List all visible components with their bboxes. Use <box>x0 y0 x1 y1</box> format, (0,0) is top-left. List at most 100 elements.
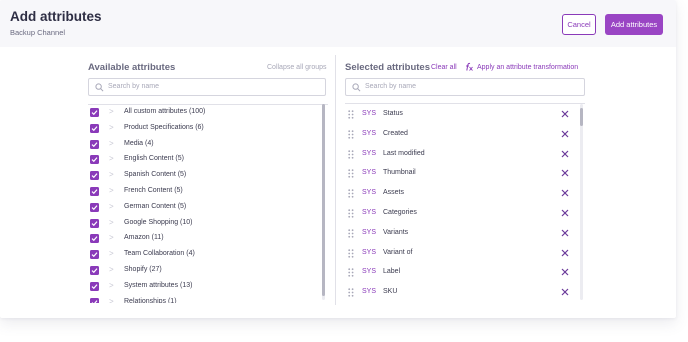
apply-transformation-label: Apply an attribute transformation <box>477 64 579 71</box>
remove-icon[interactable] <box>561 268 569 276</box>
system-tag: SYS <box>362 189 377 197</box>
group-checkbox[interactable] <box>90 250 99 260</box>
drag-handle-icon[interactable] <box>348 169 354 179</box>
list-item[interactable]: SYS Status <box>345 104 575 124</box>
group-label: Shopify (27) <box>124 266 162 273</box>
group-checkbox[interactable] <box>90 218 99 228</box>
chevron-right-icon[interactable]: > <box>109 297 114 303</box>
list-item[interactable]: > Spanish Content (5) <box>88 168 320 184</box>
list-item[interactable]: SYS SKU <box>345 282 575 302</box>
system-tag: SYS <box>362 228 377 236</box>
chevron-right-icon[interactable]: > <box>109 233 114 242</box>
group-checkbox[interactable] <box>90 171 99 181</box>
drag-handle-icon[interactable] <box>348 130 354 139</box>
attribute-label: Variants <box>383 228 409 236</box>
list-item[interactable]: SYS Last modified <box>345 144 575 164</box>
group-checkbox[interactable] <box>90 108 99 117</box>
clear-all-link[interactable]: Clear all <box>431 64 457 71</box>
selected-scrollbar-thumb[interactable] <box>580 108 583 126</box>
remove-icon[interactable] <box>561 169 569 177</box>
chevron-right-icon[interactable]: > <box>109 170 114 179</box>
chevron-right-icon[interactable]: > <box>109 281 114 290</box>
list-item[interactable]: > Team Collaboration (4) <box>88 247 320 263</box>
list-item[interactable]: > German Content (5) <box>88 200 320 216</box>
system-tag: SYS <box>362 110 377 117</box>
available-scrollbar-thumb[interactable] <box>322 104 325 296</box>
remove-icon[interactable] <box>561 229 569 237</box>
attribute-label: SKU <box>383 288 398 296</box>
chevron-right-icon[interactable]: > <box>109 202 114 211</box>
group-label: Media (4) <box>124 139 154 147</box>
group-checkbox[interactable] <box>90 297 99 303</box>
list-item[interactable]: SYS Label <box>345 262 575 282</box>
remove-icon[interactable] <box>561 150 569 158</box>
remove-icon[interactable] <box>561 288 569 296</box>
group-label: German Content (5) <box>124 202 187 210</box>
group-label: System attributes (13) <box>124 281 193 289</box>
chevron-right-icon[interactable]: > <box>109 123 114 132</box>
list-item[interactable]: > All custom attributes (100) <box>88 105 320 121</box>
remove-icon[interactable] <box>561 189 569 197</box>
selected-attributes-list: SYS Status SYS Created SYS Last modified SYS Th… <box>345 103 585 303</box>
chevron-right-icon[interactable]: > <box>109 249 114 258</box>
chevron-right-icon[interactable]: > <box>109 186 114 195</box>
group-checkbox[interactable] <box>90 202 99 212</box>
drag-handle-icon[interactable] <box>348 209 354 218</box>
drag-handle-icon[interactable] <box>348 149 354 159</box>
selected-search-input[interactable]: Search by name <box>345 78 585 96</box>
group-checkbox[interactable] <box>90 266 99 275</box>
drag-handle-icon[interactable] <box>348 288 354 297</box>
chevron-right-icon[interactable]: > <box>109 218 114 227</box>
modal-header: Add attributes Backup Channel Cancel Add… <box>0 0 676 47</box>
remove-icon[interactable] <box>561 249 569 257</box>
list-item[interactable]: SYS Assets <box>345 183 575 203</box>
search-icon <box>95 83 104 92</box>
list-item[interactable]: SYS Variants <box>345 223 575 243</box>
remove-icon[interactable] <box>561 110 569 118</box>
panel-divider <box>335 55 336 305</box>
remove-icon[interactable] <box>561 130 569 138</box>
list-item[interactable]: > Shopify (27) <box>88 263 320 279</box>
drag-handle-icon[interactable] <box>348 229 354 238</box>
list-item[interactable]: > English Content (5) <box>88 152 320 168</box>
chevron-right-icon[interactable]: > <box>109 139 114 148</box>
list-item[interactable]: SYS Variant of <box>345 243 575 263</box>
chevron-right-icon[interactable]: > <box>109 107 114 116</box>
group-checkbox[interactable] <box>90 123 99 133</box>
group-checkbox[interactable] <box>90 187 99 196</box>
group-checkbox[interactable] <box>90 155 99 165</box>
list-item[interactable]: > Amazon (11) <box>88 231 320 247</box>
system-tag: SYS <box>362 268 377 276</box>
collapse-all-groups-link[interactable]: Collapse all groups <box>267 64 327 71</box>
group-checkbox[interactable] <box>90 234 99 244</box>
remove-icon[interactable] <box>561 209 569 217</box>
list-item[interactable]: > Google Shopping (10) <box>88 216 320 232</box>
add-attributes-button[interactable]: Add attributes <box>605 14 663 35</box>
selected-scrollbar-track[interactable] <box>580 104 583 300</box>
list-item[interactable]: > Product Specifications (6) <box>88 121 320 137</box>
attribute-label: Variant of <box>383 248 413 256</box>
system-tag: SYS <box>362 209 377 216</box>
list-item[interactable]: SYS Created <box>345 124 575 144</box>
list-item[interactable]: SYS Categories <box>345 203 575 223</box>
list-item[interactable]: SYS Thumbnail <box>345 163 575 183</box>
list-item[interactable]: > Media (4) <box>88 137 320 153</box>
group-label: Product Specifications (6) <box>124 123 204 131</box>
cancel-button[interactable]: Cancel <box>562 14 596 35</box>
attribute-label: Assets <box>383 189 405 197</box>
drag-handle-icon[interactable] <box>348 248 354 258</box>
available-search-input[interactable]: Search by name <box>88 78 326 96</box>
list-item[interactable]: > Relationships (1) <box>88 295 320 303</box>
drag-handle-icon[interactable] <box>348 268 354 278</box>
attribute-label: Created <box>383 129 408 137</box>
list-item[interactable]: > System attributes (13) <box>88 279 320 295</box>
drag-handle-icon[interactable] <box>348 110 354 119</box>
group-label: Spanish Content (5) <box>124 171 187 179</box>
drag-handle-icon[interactable] <box>348 189 354 198</box>
list-item[interactable]: > French Content (5) <box>88 184 320 200</box>
chevron-right-icon[interactable]: > <box>109 154 114 163</box>
group-checkbox[interactable] <box>90 139 99 149</box>
chevron-right-icon[interactable]: > <box>109 265 114 274</box>
search-icon <box>352 83 361 92</box>
group-checkbox[interactable] <box>90 281 99 291</box>
